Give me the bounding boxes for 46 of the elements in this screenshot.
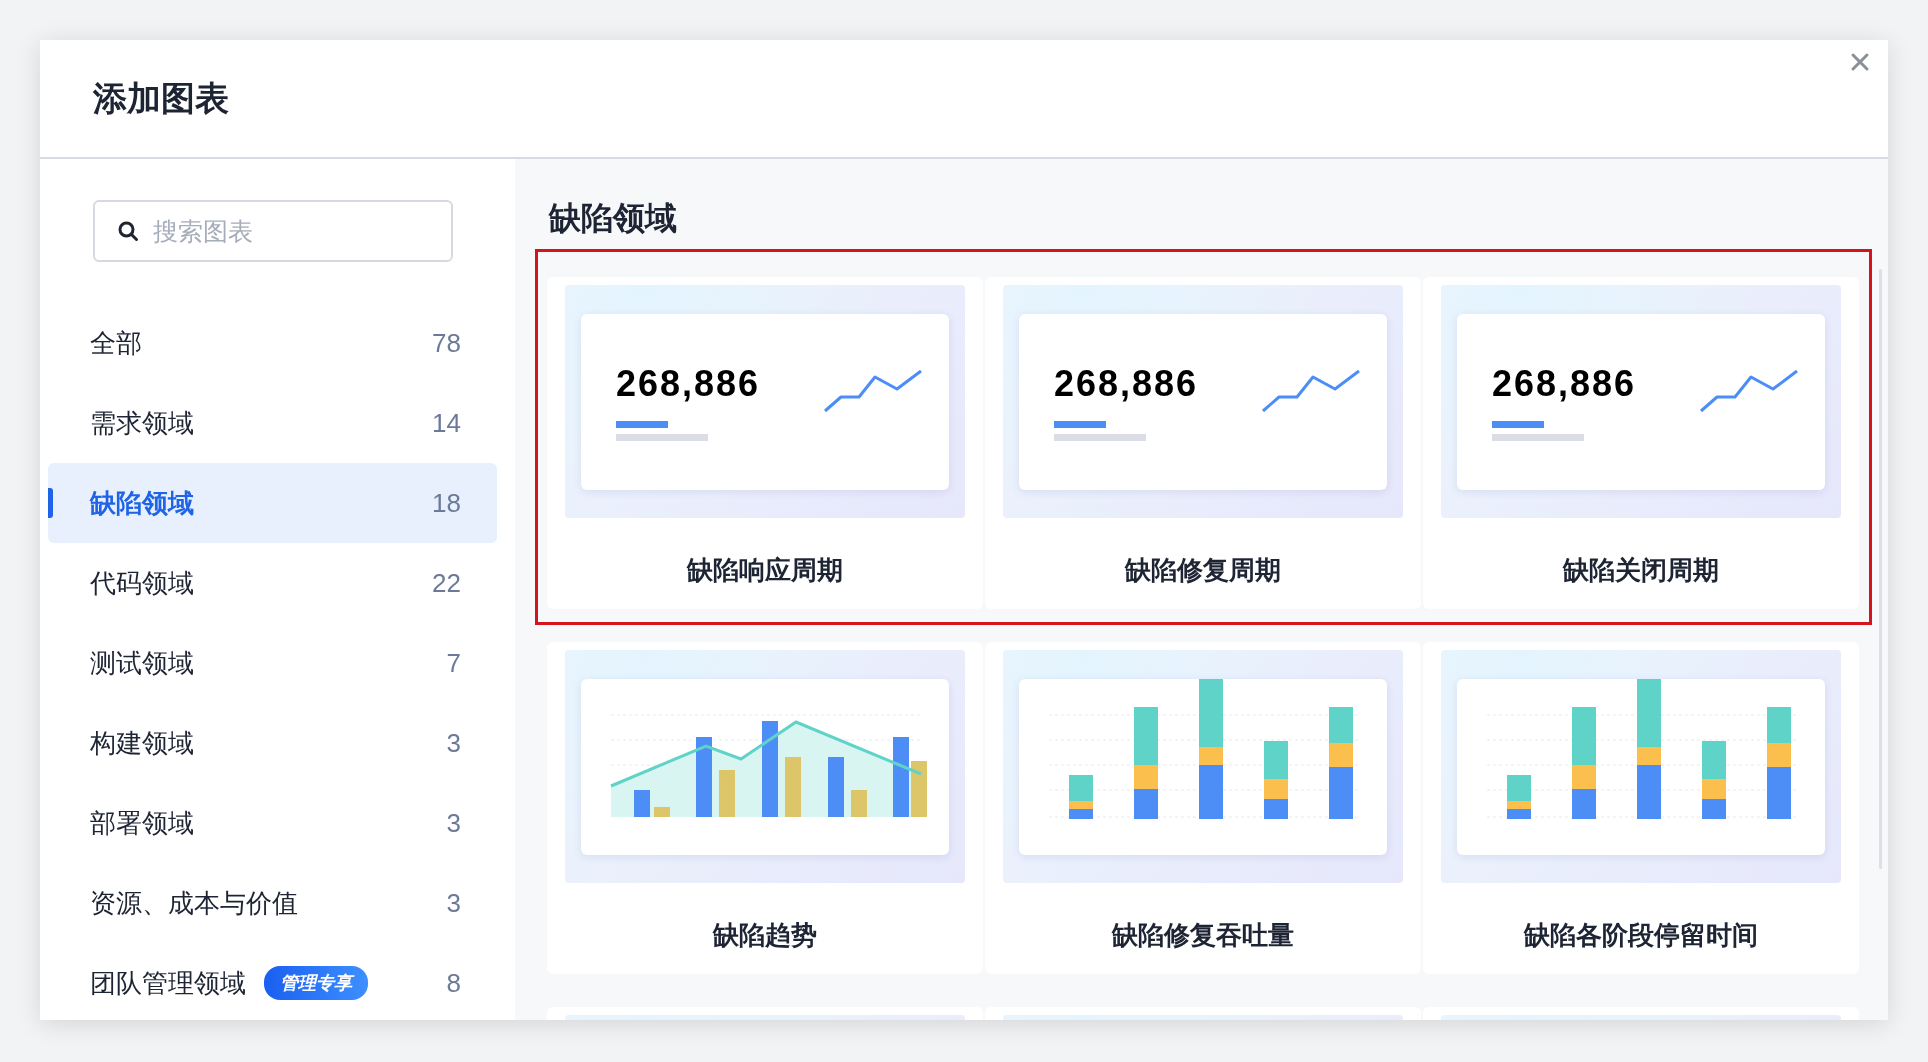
category-label: 构建领域 — [90, 726, 194, 760]
category-label: 团队管理领域 — [90, 966, 246, 1000]
dialog-title: 添加图表 — [93, 77, 229, 119]
category-count: 8 — [446, 967, 461, 999]
chart-card[interactable]: 268,886 缺陷关闭周期 — [1423, 277, 1859, 609]
category-label: 全部 — [90, 326, 142, 360]
chart-card[interactable]: 缺陷趋势 — [547, 642, 983, 974]
chart-title: 缺陷修复周期 — [1125, 554, 1281, 587]
category-count: 78 — [432, 327, 461, 359]
chart-card[interactable]: 268,886 缺陷响应周期 — [547, 277, 983, 609]
metric-value: 268,886 — [616, 362, 761, 405]
search-field[interactable]: 搜索图表 — [93, 200, 453, 262]
category-item[interactable]: 缺陷领域 18 — [48, 463, 497, 543]
chart-card[interactable]: 缺陷各阶段停留时间 — [1423, 642, 1859, 974]
category-count: 7 — [446, 647, 461, 679]
badge: 管理专享 — [264, 966, 368, 1000]
category-item[interactable]: 测试领域 7 — [48, 623, 497, 703]
chart-title: 缺陷响应周期 — [687, 554, 843, 587]
category-label: 需求领域 — [90, 406, 194, 440]
category-item[interactable]: 构建领域 3 — [48, 703, 497, 783]
category-label: 代码领域 — [90, 566, 194, 600]
category-count: 3 — [446, 807, 461, 839]
section-title: 缺陷领域 — [549, 199, 678, 238]
chart-title: 缺陷趋势 — [713, 919, 817, 952]
chart-title: 缺陷各阶段停留时间 — [1524, 919, 1758, 952]
category-label: 资源、成本与价值 — [90, 886, 298, 920]
category-item[interactable]: 需求领域 14 — [48, 383, 497, 463]
chart-title: 缺陷关闭周期 — [1563, 554, 1719, 587]
category-count: 18 — [432, 487, 461, 519]
category-label: 缺陷领域 — [90, 486, 194, 520]
category-label: 测试领域 — [90, 646, 194, 680]
category-item[interactable]: 资源、成本与价值 3 — [48, 863, 497, 943]
metric-value: 268,886 — [1054, 362, 1199, 405]
category-label: 部署领域 — [90, 806, 194, 840]
chart-card[interactable]: 缺陷修复吞吐量 — [985, 642, 1421, 974]
category-item[interactable]: 全部 78 — [48, 303, 497, 383]
category-count: 3 — [446, 887, 461, 919]
chart-card[interactable]: 268,886 缺陷修复周期 — [985, 277, 1421, 609]
category-item[interactable]: 部署领域 3 — [48, 783, 497, 863]
metric-value: 268,886 — [1492, 362, 1637, 405]
chart-title: 缺陷修复吞吐量 — [1112, 919, 1294, 952]
category-item[interactable]: 团队管理领域 管理专享 8 — [48, 943, 497, 1020]
category-count: 22 — [432, 567, 461, 599]
category-item[interactable]: 代码领域 22 — [48, 543, 497, 623]
category-count: 3 — [446, 727, 461, 759]
category-count: 14 — [432, 407, 461, 439]
